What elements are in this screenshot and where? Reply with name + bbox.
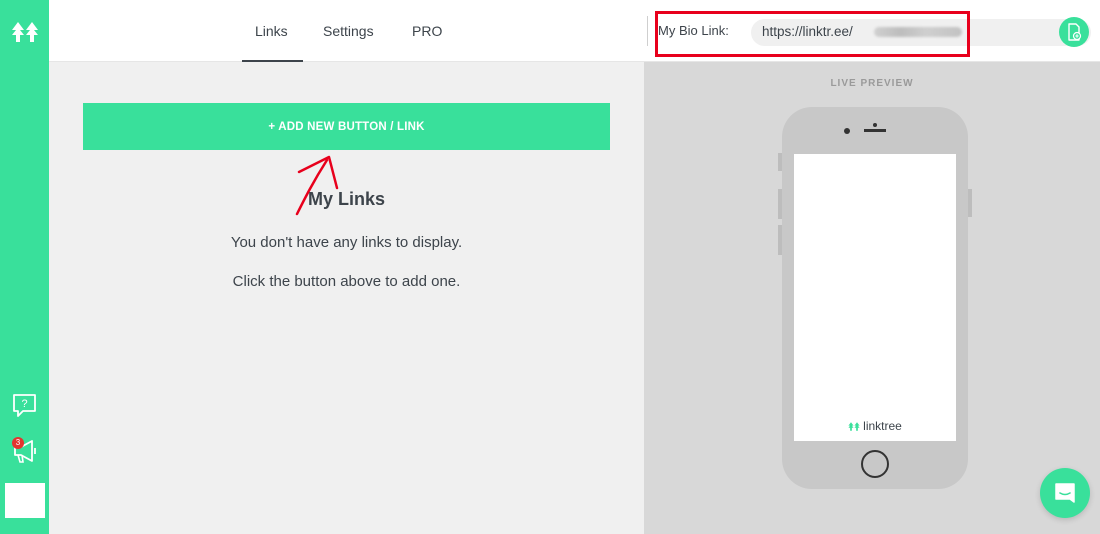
main-panel: Links Settings PRO + ADD NEW BUTTON / LI… [49, 0, 644, 534]
tab-links[interactable]: Links [255, 23, 288, 39]
my-links-title: My Links [307, 189, 386, 209]
help-icon[interactable]: ? [11, 392, 38, 419]
top-nav: Links Settings PRO [49, 0, 644, 62]
active-tab-indicator [242, 60, 303, 62]
phone-sensor [873, 123, 877, 127]
phone-button [778, 189, 782, 219]
live-preview-heading: LIVE PREVIEW [830, 78, 914, 89]
linktree-brand: linktree [794, 419, 956, 433]
notification-badge: 3 [12, 437, 24, 449]
phone-screen: linktree [794, 154, 956, 441]
avatar[interactable] [5, 483, 45, 518]
phone-speaker [864, 129, 886, 133]
red-highlight-box [655, 11, 970, 57]
document-icon [1068, 23, 1082, 41]
brand-text: linktree [863, 419, 902, 433]
linktree-logo-icon [848, 421, 860, 431]
empty-hint: Click the button above to add one. [232, 273, 461, 290]
phone-camera [844, 128, 850, 134]
empty-message: You don't have any links to display. [230, 234, 463, 251]
linktree-logo-icon[interactable] [11, 20, 39, 44]
sidebar: ? 3 [0, 0, 49, 534]
phone-button [778, 225, 782, 255]
chat-icon [1055, 483, 1075, 503]
phone-home-button [861, 450, 889, 478]
svg-text:?: ? [21, 398, 27, 410]
add-new-link-button[interactable]: + ADD NEW BUTTON / LINK [83, 103, 610, 150]
tab-pro[interactable]: PRO [412, 23, 442, 39]
preview-panel: My Bio Link: https://linktr.ee/ LIVE PRE… [644, 0, 1100, 534]
phone-button [968, 189, 972, 217]
phone-mockup: linktree [778, 107, 972, 489]
tab-settings[interactable]: Settings [323, 23, 374, 39]
bio-link-bar: My Bio Link: https://linktr.ee/ [644, 0, 1100, 62]
chat-button[interactable] [1040, 468, 1090, 518]
copy-link-button[interactable] [1059, 17, 1089, 47]
phone-button [778, 153, 782, 171]
divider [647, 16, 648, 46]
